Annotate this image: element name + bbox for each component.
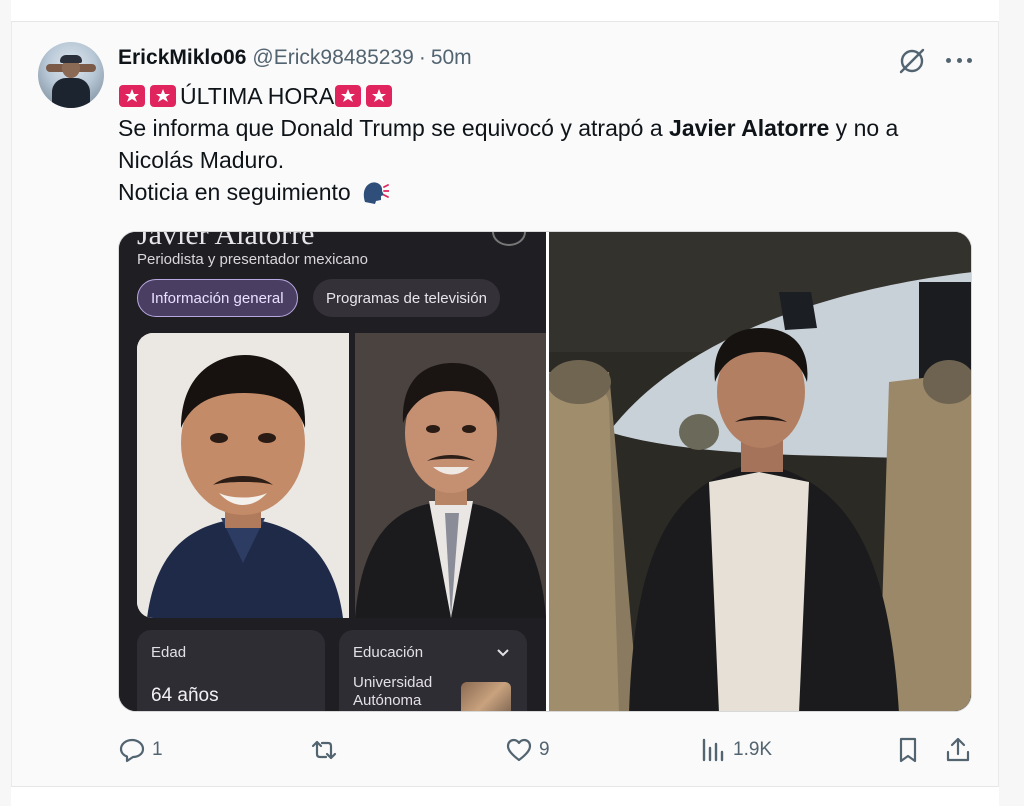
speaking-head-emoji [363, 182, 390, 204]
body-text: Se informa que Donald Trump se equivocó … [118, 115, 670, 141]
education-label: Educación [353, 644, 424, 661]
portrait-photo-2 [355, 333, 546, 618]
education-value: Universidad Autónoma [353, 674, 433, 709]
body-line-4: Noticia en seguimiento [118, 176, 988, 208]
siren-emoji [150, 85, 176, 107]
like-button[interactable]: 9 [505, 733, 550, 767]
portrait-photo-1 [137, 333, 349, 618]
mention-name: Javier Alatorre [669, 115, 830, 141]
media-image-right[interactable] [549, 232, 971, 711]
tweet-media[interactable]: Javier Alatorre Periodista y presentador… [118, 231, 972, 712]
share-icon [946, 737, 970, 762]
avatar-body [52, 78, 90, 108]
media-image-left[interactable]: Javier Alatorre Periodista y presentador… [119, 232, 546, 711]
avatar-cap [60, 55, 82, 63]
retweet-button[interactable] [310, 733, 344, 767]
portrait-2-drawing [355, 333, 546, 618]
chevron-down-icon [497, 649, 509, 657]
body-text: Noticia en seguimiento [118, 179, 351, 205]
reply-button[interactable]: 1 [118, 733, 163, 767]
headline-line: ÚLTIMA HORA [118, 80, 988, 112]
views-button[interactable]: 1.9K [699, 733, 772, 767]
more-icon[interactable] [944, 48, 974, 72]
body-text: y no a [829, 115, 899, 141]
grok-icon[interactable] [896, 45, 928, 77]
author-handle[interactable]: @Erick98485239 [252, 46, 413, 70]
previous-tweet-edge [11, 0, 999, 22]
knowledge-panel-subtitle: Periodista y presentador mexicano [137, 251, 368, 268]
reply-count: 1 [152, 739, 163, 760]
portrait-1-drawing [137, 333, 349, 618]
arrest-photo-drawing [549, 232, 971, 711]
body-line-2: Se informa que Donald Trump se equivocó … [118, 112, 988, 144]
body-line-3: Nicolás Maduro. [118, 147, 285, 173]
tab-informacion-general: Información general [137, 279, 298, 317]
next-tweet-edge [11, 786, 999, 806]
siren-emoji [335, 85, 362, 107]
bookmark-icon [899, 737, 917, 763]
tweet-header: ErickMiklo06 @Erick98485239 · 50m [118, 44, 472, 72]
views-icon [702, 738, 724, 762]
like-icon [506, 738, 532, 762]
share-circle-icon [492, 232, 526, 246]
bookmark-button[interactable] [894, 733, 922, 767]
avatar[interactable] [38, 42, 104, 108]
knowledge-panel-title: Javier Alatorre [137, 232, 315, 251]
views-count: 1.9K [733, 739, 773, 760]
share-button[interactable] [944, 733, 972, 767]
tab-programas-television: Programas de televisión [313, 279, 500, 317]
age-card: Edad 64 años [137, 630, 325, 711]
age-value: 64 años [151, 685, 219, 706]
tweet-actions: 1 9 1.9K [118, 733, 980, 767]
headline-text: ÚLTIMA HORA [180, 83, 335, 109]
tweet-text: ÚLTIMA HORA Se informa que Donald Trump … [118, 80, 988, 208]
retweet-icon [311, 740, 337, 760]
like-count: 9 [539, 739, 550, 760]
university-thumbnail [461, 682, 511, 711]
reply-icon [119, 738, 145, 763]
author-display-name[interactable]: ErickMiklo06 [118, 46, 246, 70]
siren-emoji [366, 85, 393, 107]
tweet-timestamp[interactable]: 50m [431, 46, 472, 70]
age-label: Edad [151, 644, 187, 661]
education-card: Educación Universidad Autónoma [339, 630, 527, 711]
siren-emoji [119, 85, 145, 107]
separator-dot: · [418, 46, 426, 69]
